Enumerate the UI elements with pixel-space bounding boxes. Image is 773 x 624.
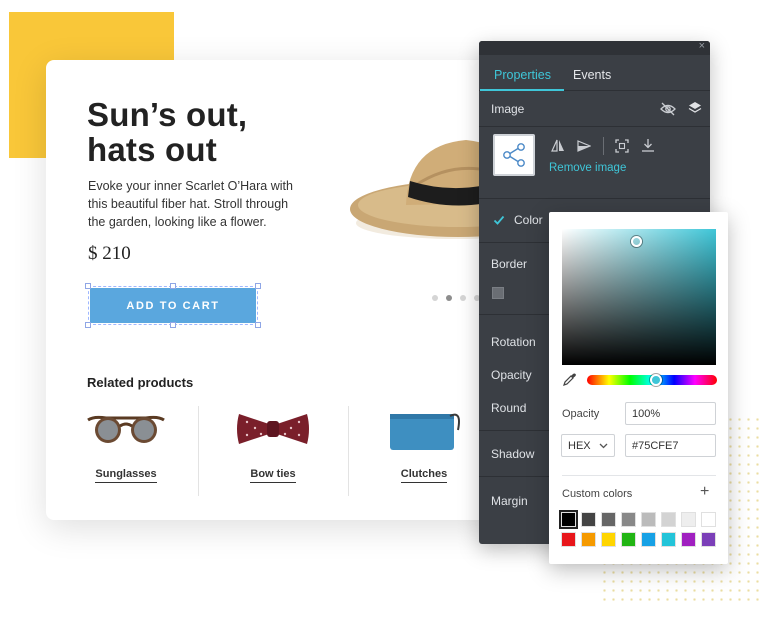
color-format-select[interactable]: HEX — [561, 434, 615, 457]
saturation-value-area[interactable] — [562, 229, 716, 365]
selected-element-outline: ADD TO CART — [85, 283, 261, 328]
color-swatch[interactable] — [681, 512, 696, 527]
product-name[interactable]: Bow ties — [198, 468, 348, 483]
color-swatch[interactable] — [621, 512, 636, 527]
product-card: Sun’s out, hats out Evoke your inner Sca… — [46, 60, 516, 520]
color-swatch[interactable] — [601, 532, 616, 547]
shadow-label: Shadow — [491, 447, 535, 461]
carousel-dot-active[interactable] — [446, 295, 452, 301]
product-item-clutches[interactable]: Clutches — [349, 400, 499, 495]
image-thumbnail[interactable] — [493, 134, 535, 176]
visibility-off-icon[interactable] — [660, 102, 676, 116]
color-swatch[interactable] — [681, 532, 696, 547]
color-swatch[interactable] — [601, 512, 616, 527]
resize-handle-top-middle[interactable] — [170, 283, 176, 289]
resize-handle-bottom-right[interactable] — [255, 322, 261, 328]
custom-color-swatches — [559, 510, 717, 547]
carousel-dot[interactable] — [460, 295, 466, 301]
resize-handle-bottom-middle[interactable] — [170, 322, 176, 328]
related-products-title: Related products — [87, 375, 194, 390]
download-icon[interactable] — [641, 138, 655, 153]
add-to-cart-button[interactable]: ADD TO CART — [90, 288, 256, 323]
color-swatch[interactable] — [581, 512, 596, 527]
color-swatch[interactable] — [641, 532, 656, 547]
color-swatch[interactable] — [661, 532, 676, 547]
resize-handle-bottom-left[interactable] — [85, 322, 91, 328]
headline-line-2: hats out — [87, 131, 217, 168]
panel-titlebar: × — [479, 40, 710, 55]
remove-image-link[interactable]: Remove image — [549, 162, 626, 174]
color-swatch[interactable] — [621, 532, 636, 547]
color-swatch[interactable] — [661, 512, 676, 527]
divider — [562, 475, 716, 476]
element-type-label: Image — [491, 102, 525, 116]
color-swatch[interactable] — [701, 512, 716, 527]
opacity-input[interactable] — [625, 402, 716, 425]
color-swatch[interactable] — [701, 532, 716, 547]
tab-properties[interactable]: Properties — [494, 68, 551, 82]
add-custom-color-icon[interactable]: + — [700, 483, 709, 501]
carousel-dots — [432, 295, 480, 301]
color-checkbox[interactable] — [493, 214, 505, 226]
headline-line-1: Sun’s out, — [87, 96, 248, 133]
element-header-row: Image — [479, 91, 710, 127]
color-picker-popup: Opacity HEX Custom colors + — [549, 212, 728, 564]
color-label: Color — [514, 213, 543, 227]
layers-icon[interactable] — [688, 101, 702, 115]
chevron-down-icon — [599, 443, 608, 449]
border-color-swatch[interactable] — [492, 287, 504, 299]
product-price: $ 210 — [88, 243, 131, 264]
share-icon — [503, 143, 525, 167]
clutch-icon — [390, 413, 460, 450]
resize-handle-top-right[interactable] — [255, 283, 261, 289]
product-description: Evoke your inner Scarlet O’Hara with thi… — [88, 179, 293, 229]
custom-colors-label: Custom colors — [562, 488, 633, 500]
color-cursor[interactable] — [631, 236, 642, 247]
fit-to-frame-icon[interactable] — [615, 139, 629, 153]
color-swatch[interactable] — [581, 532, 596, 547]
hue-slider-handle[interactable] — [650, 374, 662, 386]
bow-tie-icon — [237, 414, 309, 444]
flip-horizontal-icon[interactable] — [551, 139, 565, 153]
margin-label: Margin — [491, 494, 528, 508]
color-swatch[interactable] — [559, 510, 578, 529]
opacity-label: Opacity — [491, 368, 532, 382]
carousel-dot[interactable] — [432, 295, 438, 301]
color-swatch[interactable] — [641, 512, 656, 527]
product-item-bow-ties[interactable]: Bow ties — [198, 400, 348, 495]
product-name[interactable]: Sunglasses — [51, 468, 201, 483]
close-icon[interactable]: × — [699, 40, 705, 52]
border-label: Border — [491, 257, 528, 271]
page-title: Sun’s out, hats out — [87, 97, 317, 167]
sunglasses-icon — [87, 415, 165, 443]
panel-tabs: Properties Events — [479, 55, 710, 91]
toolbar-divider — [603, 137, 604, 155]
round-label: Round — [491, 401, 527, 415]
tab-events[interactable]: Events — [573, 68, 611, 82]
color-swatch[interactable] — [561, 532, 576, 547]
image-source-row: Remove image — [479, 127, 710, 199]
rotation-label: Rotation — [491, 335, 536, 349]
flip-vertical-icon[interactable] — [577, 139, 591, 153]
opacity-label: Opacity — [562, 408, 600, 420]
hex-input[interactable] — [625, 434, 716, 457]
resize-handle-top-left[interactable] — [85, 283, 91, 289]
product-name[interactable]: Clutches — [349, 468, 499, 483]
eyedropper-icon[interactable] — [562, 372, 577, 387]
color-format-value: HEX — [568, 440, 591, 452]
product-item-sunglasses[interactable]: Sunglasses — [51, 400, 201, 495]
